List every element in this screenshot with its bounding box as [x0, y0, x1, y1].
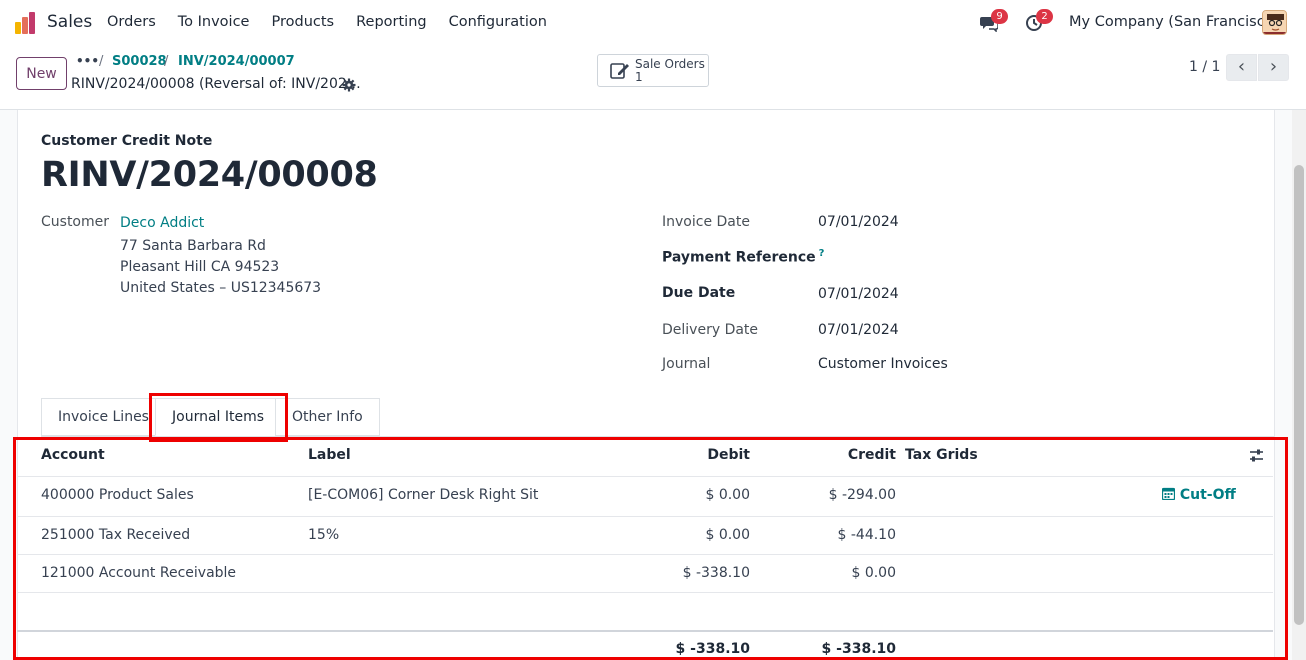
breadcrumb-separator: / [164, 54, 169, 69]
delivery-date-field[interactable]: 07/01/2024 [818, 322, 899, 338]
journal-field[interactable]: Customer Invoices [818, 356, 948, 372]
highlight-journal-items-tab [149, 393, 288, 442]
customer-address-line-1: 77 Santa Barbara Rd [120, 238, 266, 254]
pager-next-button[interactable]: › [1258, 54, 1289, 81]
breadcrumb-sale-order[interactable]: S00028 [112, 54, 167, 69]
scrollbar-thumb[interactable] [1294, 165, 1304, 625]
pager-value[interactable]: 1 / 1 [1189, 59, 1220, 75]
breadcrumb-separator: / [99, 54, 104, 69]
control-panel: New ••• / S00028 / INV/2024/00007 RINV/2… [0, 46, 1306, 110]
pager-previous-button[interactable]: ‹ [1226, 54, 1257, 81]
breadcrumb-invoice[interactable]: INV/2024/00007 [178, 54, 295, 69]
menu-to-invoice[interactable]: To Invoice [178, 14, 250, 30]
customer-address-line-2: Pleasant Hill CA 94523 [120, 259, 280, 275]
tab-other-info[interactable]: Other Info [275, 398, 380, 436]
messages-badge: 9 [991, 9, 1008, 24]
user-avatar[interactable] [1262, 10, 1287, 35]
edit-document-icon [610, 62, 630, 80]
sales-app-icon[interactable] [15, 12, 37, 34]
due-date-field[interactable]: 07/01/2024 [818, 286, 899, 302]
top-navbar: Sales Orders To Invoice Products Reporti… [0, 0, 1306, 46]
company-switcher[interactable]: My Company (San Francisco) [1069, 14, 1279, 30]
highlight-journal-items-table [13, 437, 1288, 660]
document-number: RINV/2024/00008 [41, 155, 378, 195]
journal-label: Journal [662, 356, 711, 372]
app-name[interactable]: Sales [47, 12, 92, 32]
menu-orders[interactable]: Orders [107, 14, 156, 30]
sale-orders-count: 1 [635, 70, 643, 84]
menu-reporting[interactable]: Reporting [356, 14, 427, 30]
sale-orders-label: Sale Orders 1 [635, 57, 705, 84]
sale-orders-smart-button[interactable]: Sale Orders 1 [597, 54, 709, 87]
document-type: Customer Credit Note [41, 133, 213, 149]
activities-badge: 2 [1036, 9, 1053, 24]
customer-label: Customer [41, 214, 110, 230]
menu-products[interactable]: Products [271, 14, 334, 30]
menu-configuration[interactable]: Configuration [449, 14, 547, 30]
help-tooltip-icon[interactable]: ? [819, 248, 825, 259]
new-button[interactable]: New [16, 57, 67, 90]
main-menu: Orders To Invoice Products Reporting Con… [107, 14, 569, 30]
customer-address-line-3: United States – US12345673 [120, 280, 322, 296]
invoice-date-label: Invoice Date [662, 214, 750, 230]
activities-clock-icon[interactable]: 2 [1025, 9, 1053, 32]
tab-invoice-lines[interactable]: Invoice Lines [41, 398, 166, 436]
due-date-label: Due Date [662, 285, 736, 301]
messages-icon[interactable]: 9 [980, 9, 1008, 33]
payment-reference-label: Payment Reference? [662, 248, 825, 266]
invoice-date-field[interactable]: 07/01/2024 [818, 214, 899, 230]
delivery-date-label: Delivery Date [662, 322, 759, 338]
breadcrumb-current: RINV/2024/00008 (Reversal of: INV/202… [71, 76, 361, 92]
customer-link[interactable]: Deco Addict [120, 215, 204, 231]
breadcrumb-more[interactable]: ••• [76, 54, 99, 68]
gear-icon[interactable] [342, 78, 356, 92]
